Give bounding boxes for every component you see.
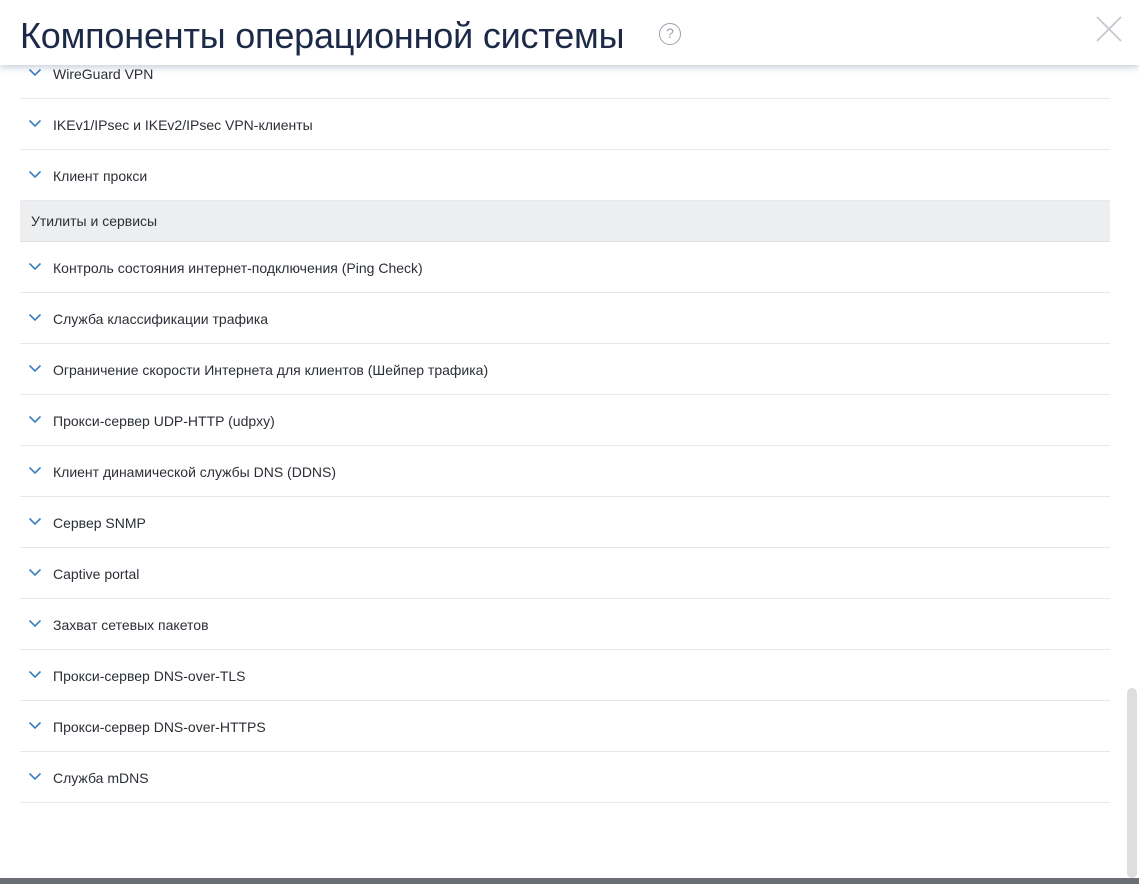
component-row-traffic-shaper[interactable]: Ограничение скорости Интернета для клиен… [20, 344, 1110, 395]
component-row-ddns[interactable]: Клиент динамической службы DNS (DDNS) [20, 446, 1110, 497]
os-components-dialog: Компоненты операционной системы ? WireGu… [0, 0, 1139, 884]
chevron-down-icon[interactable] [28, 619, 42, 628]
close-x-icon[interactable] [1094, 14, 1124, 44]
component-label: Клиент динамической службы DNS (DDNS) [53, 464, 337, 480]
component-label: Captive portal [53, 566, 140, 582]
chevron-down-icon[interactable] [28, 721, 42, 730]
component-row-traffic-classification[interactable]: Служба классификации трафика [20, 293, 1110, 344]
component-row-snmp[interactable]: Сервер SNMP [20, 497, 1110, 548]
chevron-down-icon[interactable] [28, 313, 42, 322]
component-label: WireGuard VPN [53, 66, 154, 82]
bottom-edge-bar [0, 878, 1139, 884]
chevron-down-icon[interactable] [28, 670, 42, 679]
chevron-down-icon[interactable] [28, 568, 42, 577]
chevron-down-icon[interactable] [28, 772, 42, 781]
chevron-down-icon[interactable] [28, 68, 42, 77]
component-row-ipsec-clients[interactable]: IKEv1/IPsec и IKEv2/IPsec VPN-клиенты [20, 99, 1110, 150]
chevron-down-icon[interactable] [28, 364, 42, 373]
component-label: Прокси-сервер DNS-over-TLS [53, 668, 246, 684]
component-label: Контроль состояния интернет-подключения … [53, 260, 423, 276]
component-label: Сервер SNMP [53, 515, 146, 531]
component-label: Клиент прокси [53, 168, 148, 184]
question-circle-icon[interactable]: ? [659, 23, 681, 45]
dialog-header: Компоненты операционной системы ? [0, 0, 1139, 65]
component-label: Захват сетевых пакетов [53, 617, 209, 633]
component-label: Прокси-сервер DNS-over-HTTPS [53, 719, 266, 735]
component-label: Служба классификации трафика [53, 311, 269, 327]
chevron-down-icon[interactable] [28, 466, 42, 475]
chevron-down-icon[interactable] [28, 170, 42, 179]
chevron-down-icon[interactable] [28, 262, 42, 271]
chevron-down-icon[interactable] [28, 119, 42, 128]
component-row-captive-portal[interactable]: Captive portal [20, 548, 1110, 599]
component-label: IKEv1/IPsec и IKEv2/IPsec VPN-клиенты [53, 117, 313, 133]
component-row-proxy-client[interactable]: Клиент прокси [20, 150, 1110, 201]
scrollbar-thumb[interactable] [1127, 688, 1137, 878]
section-header-utilities: Утилиты и сервисы [20, 201, 1110, 242]
chevron-down-icon[interactable] [28, 415, 42, 424]
component-row-packet-capture[interactable]: Захват сетевых пакетов [20, 599, 1110, 650]
component-label: Служба mDNS [53, 770, 149, 786]
component-row-ping-check[interactable]: Контроль состояния интернет-подключения … [20, 242, 1110, 293]
component-label: Ограничение скорости Интернета для клиен… [53, 362, 489, 378]
chevron-down-icon[interactable] [28, 517, 42, 526]
component-row-udpxy[interactable]: Прокси-сервер UDP-HTTP (udpxy) [20, 395, 1110, 446]
component-row-mdns[interactable]: Служба mDNS [20, 752, 1110, 803]
component-row-dns-over-tls[interactable]: Прокси-сервер DNS-over-TLS [20, 650, 1110, 701]
components-list: WireGuard VPN IKEv1/IPsec и IKEv2/IPsec … [20, 48, 1110, 803]
dialog-title: Компоненты операционной системы [20, 15, 625, 56]
component-row-dns-over-https[interactable]: Прокси-сервер DNS-over-HTTPS [20, 701, 1110, 752]
section-title: Утилиты и сервисы [31, 213, 158, 229]
component-label: Прокси-сервер UDP-HTTP (udpxy) [53, 413, 275, 429]
